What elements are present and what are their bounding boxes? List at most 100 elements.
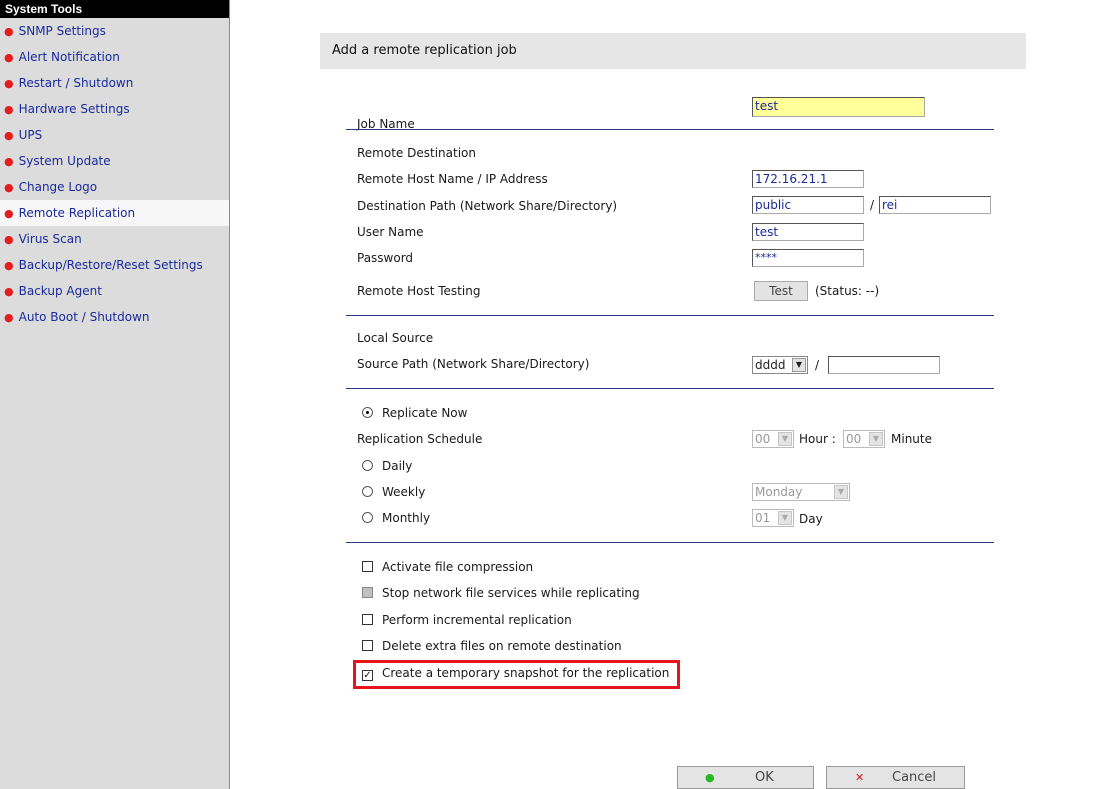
bullet-icon: ●: [4, 233, 14, 246]
sidebar-item-label: UPS: [18, 128, 43, 142]
bullet-icon: ●: [4, 103, 14, 116]
weekday-value: Monday: [755, 485, 803, 499]
sidebar-item-label: Alert Notification: [18, 50, 120, 64]
stop-services-option: Stop network file services while replica…: [362, 586, 640, 600]
bullet-icon: ●: [4, 77, 14, 90]
radio-icon[interactable]: [362, 460, 373, 471]
source-share-value: dddd: [755, 358, 786, 372]
incremental-label: Perform incremental replication: [382, 613, 572, 627]
divider: [346, 315, 994, 316]
sidebar-item-change-logo[interactable]: ● Change Logo: [0, 174, 229, 200]
monthly-label: Monthly: [382, 511, 431, 525]
divider: [346, 542, 994, 543]
dropdown-arrow-icon: ▼: [869, 432, 883, 446]
sidebar-item-label: Auto Boot / Shutdown: [18, 310, 150, 324]
job-name-input[interactable]: test: [752, 97, 925, 117]
stop-services-label: Stop network file services while replica…: [382, 586, 640, 600]
bullet-icon: ●: [4, 207, 14, 220]
sidebar-menu: ● SNMP Settings ● Alert Notification ● Rest…: [0, 18, 229, 330]
radio-selected-icon[interactable]: [362, 407, 373, 418]
remote-destination-heading: Remote Destination: [357, 146, 476, 160]
dropdown-arrow-icon: ▼: [792, 358, 806, 372]
highlight-box: [353, 660, 680, 689]
weekly-label: Weekly: [382, 485, 426, 499]
day-label: Day: [799, 512, 823, 526]
sidebar-item-snmp-settings[interactable]: ● SNMP Settings: [0, 18, 229, 44]
ok-label: OK: [755, 770, 774, 785]
local-source-heading: Local Source: [357, 331, 434, 345]
source-dir-input[interactable]: [828, 356, 940, 374]
radio-icon[interactable]: [362, 512, 373, 523]
sidebar-item-ups[interactable]: ● UPS: [0, 122, 229, 148]
source-path-label: Source Path (Network Share/Directory): [357, 357, 590, 371]
bullet-icon: ●: [4, 181, 14, 194]
destination-dir-input[interactable]: rei: [879, 196, 991, 214]
status-text: (Status: --): [815, 284, 880, 298]
checkbox-icon[interactable]: [362, 614, 373, 625]
page-title: Add a remote replication job: [320, 33, 1026, 69]
divider: [346, 129, 994, 130]
path-separator: /: [870, 198, 875, 212]
weekly-option[interactable]: Weekly: [362, 485, 425, 499]
dropdown-arrow-icon: ▼: [778, 432, 792, 446]
checkbox-icon[interactable]: [362, 640, 373, 651]
bullet-icon: ●: [4, 51, 14, 64]
sidebar-item-remote-replication[interactable]: ● Remote Replication: [0, 200, 229, 226]
cancel-button[interactable]: ✕ Cancel: [826, 766, 965, 789]
sidebar-item-virus-scan[interactable]: ● Virus Scan: [0, 226, 229, 252]
sidebar-item-label: SNMP Settings: [18, 24, 106, 38]
minute-value: 00: [846, 432, 862, 446]
user-name-label: User Name: [357, 225, 424, 239]
checkbox-icon[interactable]: [362, 561, 373, 572]
remote-host-testing-label: Remote Host Testing: [357, 284, 481, 298]
replicate-now-option[interactable]: Replicate Now: [362, 406, 467, 420]
sidebar-item-backup-agent[interactable]: ● Backup Agent: [0, 278, 229, 304]
daily-label: Daily: [382, 459, 413, 473]
day-select[interactable]: 01 ▼: [752, 509, 794, 527]
dropdown-arrow-icon: ▼: [778, 511, 792, 525]
sidebar-item-system-update[interactable]: ● System Update: [0, 148, 229, 174]
destination-path-label: Destination Path (Network Share/Director…: [357, 199, 618, 213]
minute-select[interactable]: 00 ▼: [843, 430, 885, 448]
radio-icon[interactable]: [362, 486, 373, 497]
bullet-icon: ●: [4, 285, 14, 298]
dropdown-arrow-icon: ▼: [834, 485, 848, 499]
sidebar-item-restart-shutdown[interactable]: ● Restart / Shutdown: [0, 70, 229, 96]
sidebar-item-label: Remote Replication: [18, 206, 136, 220]
ok-button[interactable]: ● OK: [677, 766, 814, 789]
bullet-icon: ●: [4, 155, 14, 168]
sidebar-item-hardware-settings[interactable]: ● Hardware Settings: [0, 96, 229, 122]
user-name-input[interactable]: test: [752, 223, 864, 241]
destination-share-input[interactable]: public: [752, 196, 864, 214]
file-compression-label: Activate file compression: [382, 560, 534, 574]
daily-option[interactable]: Daily: [362, 459, 412, 473]
incremental-option[interactable]: Perform incremental replication: [362, 613, 572, 627]
checkbox-disabled-icon: [362, 587, 373, 598]
sidebar-item-label: Backup Agent: [18, 284, 102, 298]
cancel-label: Cancel: [892, 770, 937, 785]
password-input[interactable]: ****: [752, 249, 864, 267]
minute-label: Minute: [891, 432, 932, 446]
monthly-option[interactable]: Monthly: [362, 511, 430, 525]
delete-extra-option[interactable]: Delete extra files on remote destination: [362, 639, 622, 653]
file-compression-option[interactable]: Activate file compression: [362, 560, 533, 574]
hour-select[interactable]: 00 ▼: [752, 430, 794, 448]
replication-schedule-label: Replication Schedule: [357, 432, 483, 446]
sidebar-item-backup-restore-reset[interactable]: ● Backup/Restore/Reset Settings: [0, 252, 229, 278]
weekday-select[interactable]: Monday ▼: [752, 483, 850, 501]
source-share-select[interactable]: dddd ▼: [752, 356, 808, 374]
bullet-icon: ●: [4, 259, 14, 272]
sidebar-item-auto-boot-shutdown[interactable]: ● Auto Boot / Shutdown: [0, 304, 229, 330]
hour-label: Hour :: [799, 432, 836, 446]
remote-host-input[interactable]: 172.16.21.1: [752, 170, 864, 188]
test-button[interactable]: Test: [754, 281, 808, 301]
day-value: 01: [755, 511, 771, 525]
ok-dot-icon: ●: [705, 771, 715, 784]
hour-value: 00: [755, 432, 771, 446]
bullet-icon: ●: [4, 129, 14, 142]
sidebar-item-label: System Update: [18, 154, 111, 168]
sidebar-title: System Tools: [0, 0, 229, 18]
sidebar-item-label: Change Logo: [18, 180, 98, 194]
path-separator: /: [815, 358, 820, 372]
sidebar-item-alert-notification[interactable]: ● Alert Notification: [0, 44, 229, 70]
